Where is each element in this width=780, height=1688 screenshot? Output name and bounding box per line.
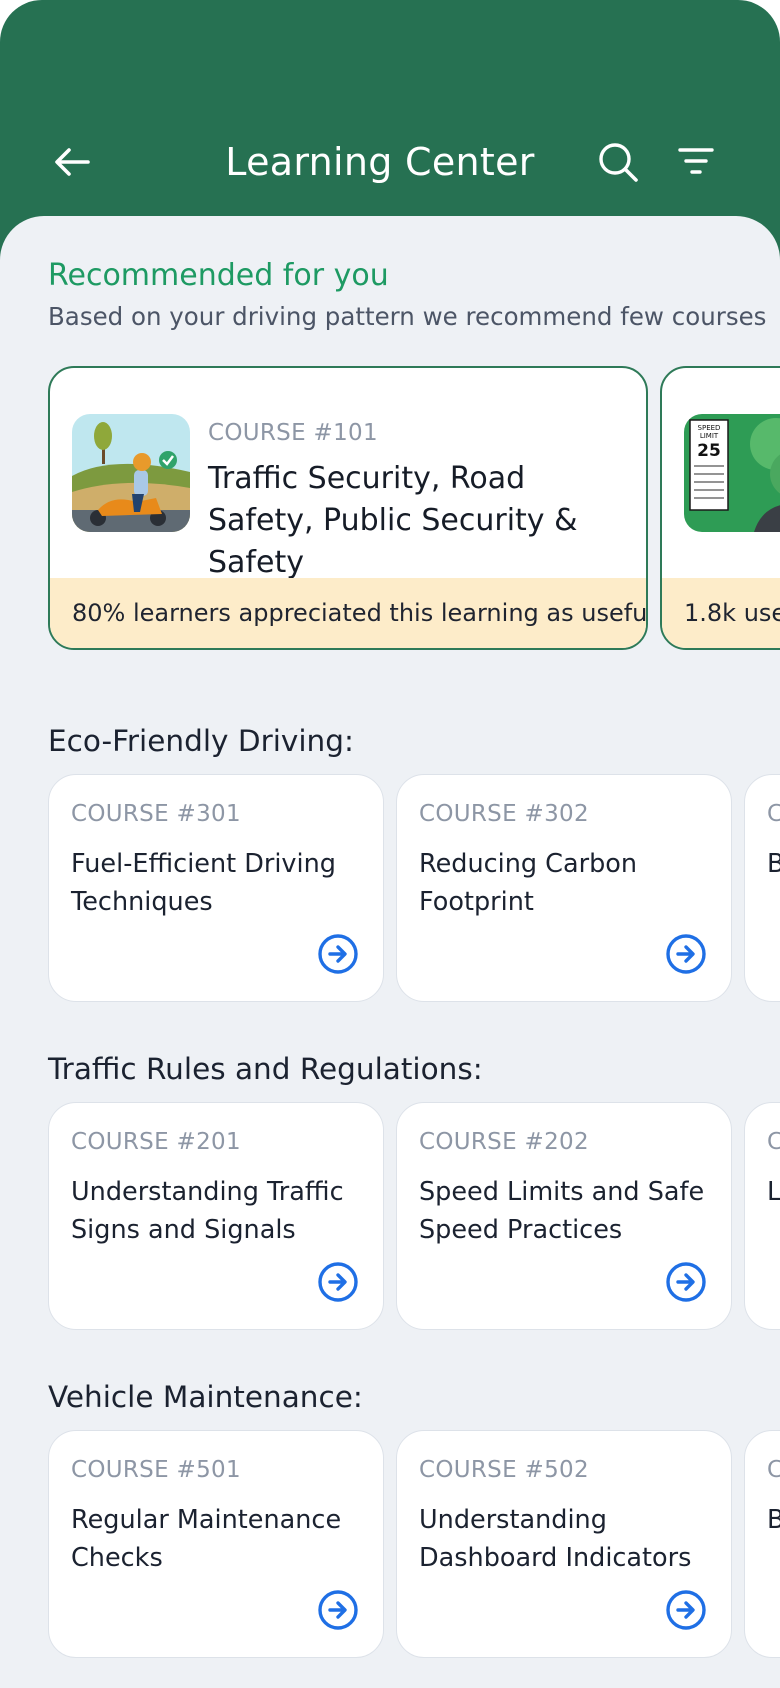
recommended-card[interactable]: COURSE #101 Traffic Security, Road Safet… xyxy=(48,366,648,650)
page-title: Learning Center xyxy=(225,140,535,184)
course-name: Fuel-Efficient Driving Techniques xyxy=(71,849,336,917)
course-name: B a xyxy=(767,1501,780,1539)
content-panel: Recommended for you Based on your drivin… xyxy=(0,216,780,1688)
course-appreciation: 1.8k user xyxy=(662,578,780,648)
course-name: Speed Limits and Safe Speed Practices xyxy=(419,1177,705,1245)
recommended-subtitle: Based on your driving pattern we recomme… xyxy=(48,302,767,331)
arrow-circle-right-icon[interactable] xyxy=(317,933,359,975)
course-name: Understanding Dashboard Indicators xyxy=(419,1505,692,1573)
course-card[interactable]: COURSE #302 Reducing Carbon Footprint xyxy=(396,774,732,1002)
sign-top-text: SPEED xyxy=(698,424,721,432)
arrow-circle-right-icon[interactable] xyxy=(665,1261,707,1303)
sign-mid-text: LIMIT xyxy=(700,432,719,440)
recommended-title: Recommended for you xyxy=(48,258,389,293)
scooter-rider-illustration xyxy=(72,414,190,532)
filter-icon[interactable] xyxy=(674,140,718,184)
course-card[interactable]: C B xyxy=(744,774,780,1002)
course-name: Reducing Carbon Footprint xyxy=(419,849,638,917)
course-card[interactable]: COURSE #501 Regular Maintenance Checks xyxy=(48,1430,384,1658)
course-code: COURSE #302 xyxy=(419,801,589,827)
section-title-vehicle-maintenance: Vehicle Maintenance: xyxy=(48,1380,363,1414)
arrow-circle-right-icon[interactable] xyxy=(665,1589,707,1631)
search-icon[interactable] xyxy=(596,140,640,184)
course-appreciation: 80% learners appreciated this learning a… xyxy=(50,578,646,648)
arrow-circle-right-icon[interactable] xyxy=(665,933,707,975)
section-title-eco-friendly: Eco-Friendly Driving: xyxy=(48,724,354,758)
course-code: COURSE #101 xyxy=(208,420,378,446)
sign-value: 25 xyxy=(697,441,721,461)
course-code: C xyxy=(767,801,780,827)
arrow-circle-right-icon[interactable] xyxy=(317,1261,359,1303)
course-code: COURSE #301 xyxy=(71,801,241,827)
course-name: L T xyxy=(767,1177,780,1207)
course-code: COURSE #202 xyxy=(419,1129,589,1155)
screen: Learning Center Recommended for you Base… xyxy=(0,0,780,1688)
course-name: Traffic Security, Road Safety, Public Se… xyxy=(208,461,578,580)
course-name: Understanding Traffic Signs and Signals xyxy=(71,1177,344,1245)
course-card[interactable]: COURSE #202 Speed Limits and Safe Speed … xyxy=(396,1102,732,1330)
course-card[interactable]: COURSE #201 Understanding Traffic Signs … xyxy=(48,1102,384,1330)
course-card[interactable]: C L T xyxy=(744,1102,780,1330)
course-name: B xyxy=(767,845,780,883)
course-row-traffic-rules: COURSE #201 Understanding Traffic Signs … xyxy=(0,1102,780,1334)
recommended-card[interactable]: SPEED LIMIT 25 1.8k user xyxy=(660,366,780,650)
course-code: COURSE #502 xyxy=(419,1457,589,1483)
course-row-eco-friendly: COURSE #301 Fuel-Efficient Driving Techn… xyxy=(0,774,780,1006)
course-card[interactable]: COURSE #502 Understanding Dashboard Indi… xyxy=(396,1430,732,1658)
course-name: Regular Maintenance Checks xyxy=(71,1505,342,1573)
course-row-vehicle-maintenance: COURSE #501 Regular Maintenance Checks C… xyxy=(0,1430,780,1662)
course-code: C xyxy=(767,1129,780,1155)
course-code: COURSE #501 xyxy=(71,1457,241,1483)
section-title-traffic-rules: Traffic Rules and Regulations: xyxy=(48,1052,483,1086)
course-card[interactable]: COURSE #301 Fuel-Efficient Driving Techn… xyxy=(48,774,384,1002)
speed-limit-sign-illustration: SPEED LIMIT 25 xyxy=(684,414,780,532)
course-card[interactable]: C B a xyxy=(744,1430,780,1658)
course-code: C xyxy=(767,1457,780,1483)
arrow-circle-right-icon[interactable] xyxy=(317,1589,359,1631)
course-code: COURSE #201 xyxy=(71,1129,241,1155)
